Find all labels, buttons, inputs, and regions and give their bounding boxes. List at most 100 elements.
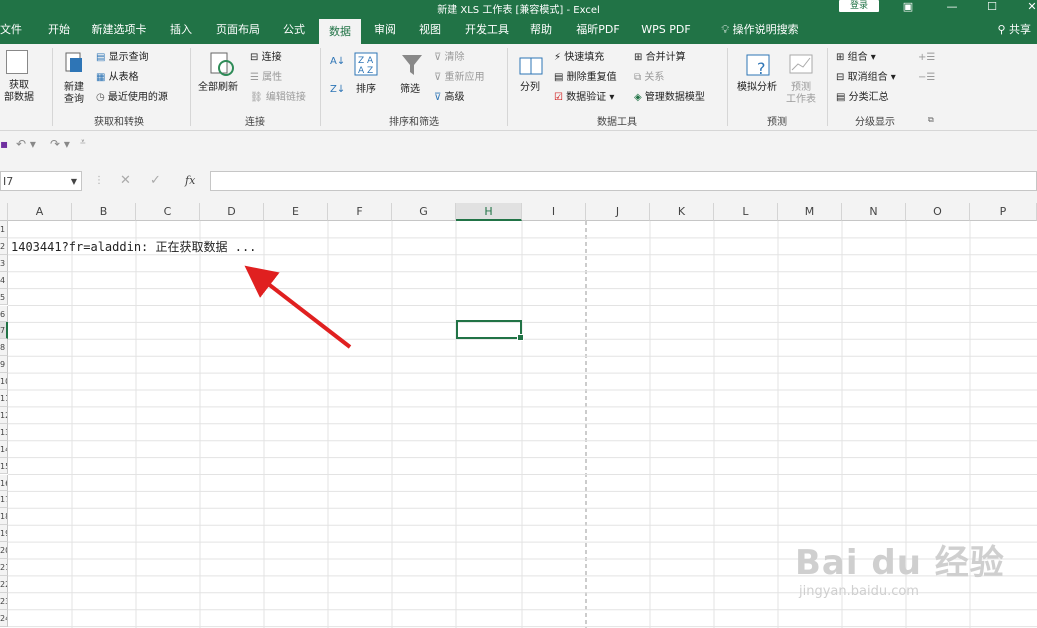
ribbon-display-icon[interactable]: ▣ xyxy=(896,0,920,14)
row-header[interactable]: 18 xyxy=(0,508,8,526)
column-header-i[interactable]: I xyxy=(522,203,586,221)
edit-links-button[interactable]: ⛓ 编辑链接 xyxy=(250,92,306,104)
maximize-icon[interactable]: ☐ xyxy=(980,0,1004,14)
column-header-k[interactable]: K xyxy=(650,203,714,221)
clear-button[interactable]: ⊽ 清除 xyxy=(434,52,465,64)
tab-help[interactable]: 帮助 xyxy=(527,16,555,44)
new-query-button[interactable]: 新建 查询 xyxy=(60,82,88,106)
text-to-columns-button[interactable]: 分列 xyxy=(520,82,540,94)
group-button[interactable]: ⊞ 组合 ▾ xyxy=(836,52,876,64)
tab-view[interactable]: 视图 xyxy=(416,16,444,44)
reapply-button[interactable]: ⊽ 重新应用 xyxy=(434,72,485,84)
cell-a2-text[interactable]: 1403441?fr=aladdin: 正在获取数据 ... xyxy=(11,238,256,255)
tell-me-search[interactable]: 💡︎ 操作说明搜索 xyxy=(710,16,810,44)
relationships-button[interactable]: ⧉ 关系 xyxy=(634,72,664,84)
tab-wps-pdf[interactable]: WPS PDF xyxy=(639,16,693,44)
column-header-m[interactable]: M xyxy=(778,203,842,221)
column-header-l[interactable]: L xyxy=(714,203,778,221)
row-header[interactable]: 22 xyxy=(0,575,8,593)
insert-function-button[interactable]: fx xyxy=(185,174,195,187)
row-header[interactable]: 6 xyxy=(0,305,8,323)
row-header[interactable]: 21 xyxy=(0,559,8,576)
from-table-button[interactable]: ▦ 从表格 xyxy=(96,72,139,84)
tab-formulas[interactable]: 公式 xyxy=(279,16,309,44)
subtotal-button[interactable]: ▤ 分类汇总 xyxy=(836,92,889,104)
tab-foxit-pdf[interactable]: 福昕PDF xyxy=(573,16,623,44)
connections-button[interactable]: ⊟ 连接 xyxy=(250,52,282,64)
column-header-c[interactable]: C xyxy=(136,203,200,221)
enter-icon[interactable]: ✓ xyxy=(150,173,161,188)
row-header[interactable]: 8 xyxy=(0,339,8,357)
ungroup-button[interactable]: ⊟ 取消组合 ▾ xyxy=(836,72,896,84)
column-header-b[interactable]: B xyxy=(72,203,136,221)
row-header[interactable]: 2 xyxy=(0,237,8,255)
show-query-button[interactable]: ▤ 显示查询 xyxy=(96,52,149,64)
row-header[interactable]: 3 xyxy=(0,254,8,272)
sort-asc-icon[interactable]: A↓ xyxy=(330,56,345,68)
save-icon[interactable]: ▪ xyxy=(0,137,8,151)
column-header-e[interactable]: E xyxy=(264,203,328,221)
row-header[interactable]: 15 xyxy=(0,457,8,475)
flash-fill-button[interactable]: ⚡︎ 快速填充 xyxy=(554,52,604,64)
what-if-button[interactable]: 模拟分析 xyxy=(737,82,777,94)
tab-review[interactable]: 审阅 xyxy=(371,16,399,44)
column-header-d[interactable]: D xyxy=(200,203,264,221)
customize-qat-icon[interactable]: ⩡ xyxy=(80,137,86,148)
row-header[interactable]: 17 xyxy=(0,491,8,509)
consolidate-button[interactable]: ⊞ 合并计算 xyxy=(634,52,686,64)
row-header[interactable]: 1 xyxy=(0,221,8,238)
row-header[interactable]: 14 xyxy=(0,440,8,458)
row-header[interactable]: 10 xyxy=(0,373,8,390)
tab-new-tab[interactable]: 新建选项卡 xyxy=(88,16,150,44)
name-box[interactable]: I7 ▼ xyxy=(0,171,82,191)
tab-data[interactable]: 数据 xyxy=(319,19,361,44)
row-header[interactable]: 12 xyxy=(0,406,8,424)
column-header-n[interactable]: N xyxy=(842,203,906,221)
show-detail-icon[interactable]: +☰ xyxy=(918,52,935,64)
row-header[interactable]: 13 xyxy=(0,423,8,441)
get-data-button[interactable]: 获取 部数据 xyxy=(0,80,38,104)
column-header-p[interactable]: P xyxy=(970,203,1037,221)
row-header[interactable]: 9 xyxy=(0,356,8,374)
hide-detail-icon[interactable]: −☰ xyxy=(918,72,935,84)
select-all-corner[interactable] xyxy=(0,203,8,221)
sort-desc-icon[interactable]: Z↓ xyxy=(330,84,345,96)
chevron-down-icon[interactable]: ▼ xyxy=(71,172,77,192)
dialog-launcher-icon[interactable]: ⧉ xyxy=(928,114,934,126)
row-header[interactable]: 5 xyxy=(0,288,8,306)
share-button[interactable]: ⚲ 共享 xyxy=(997,16,1031,44)
advanced-button[interactable]: ⊽ 高级 xyxy=(434,92,465,104)
tab-home[interactable]: 开始 xyxy=(44,16,74,44)
properties-button[interactable]: ☰ 属性 xyxy=(250,72,282,84)
sort-button[interactable]: 排序 xyxy=(356,84,376,96)
active-cell[interactable] xyxy=(456,320,524,341)
tab-insert[interactable]: 插入 xyxy=(167,16,195,44)
undo-icon[interactable]: ↶ ▾ xyxy=(16,137,36,151)
recent-sources-button[interactable]: ◷ 最近使用的源 xyxy=(96,92,168,104)
column-header-a[interactable]: A xyxy=(8,203,72,221)
redo-icon[interactable]: ↷ ▾ xyxy=(50,137,70,151)
column-header-g[interactable]: G xyxy=(392,203,456,221)
close-icon[interactable]: ✕ xyxy=(1020,0,1037,14)
column-header-f[interactable]: F xyxy=(328,203,392,221)
row-header[interactable]: 11 xyxy=(0,390,8,407)
remove-duplicates-button[interactable]: ▤ 删除重复值 xyxy=(554,72,617,84)
row-header[interactable]: 7 xyxy=(0,322,8,340)
cancel-icon[interactable]: ✕ xyxy=(120,173,131,188)
tab-page-layout[interactable]: 页面布局 xyxy=(212,16,264,44)
tab-file[interactable]: 文件 xyxy=(0,16,22,44)
row-header[interactable]: 24 xyxy=(0,609,8,627)
row-header[interactable]: 23 xyxy=(0,592,8,610)
minimize-icon[interactable]: — xyxy=(940,0,964,14)
row-header[interactable]: 4 xyxy=(0,271,8,289)
tab-developer[interactable]: 开发工具 xyxy=(462,16,512,44)
login-button[interactable]: 登录 xyxy=(839,0,879,12)
forecast-sheet-button[interactable]: 预测 工作表 xyxy=(784,82,818,106)
filter-button[interactable]: 筛选 xyxy=(400,84,420,96)
column-header-h[interactable]: H xyxy=(456,203,522,221)
row-header[interactable]: 19 xyxy=(0,525,8,543)
row-header[interactable]: 16 xyxy=(0,474,8,492)
column-header-o[interactable]: O xyxy=(906,203,970,221)
column-header-j[interactable]: J xyxy=(586,203,650,221)
refresh-all-button[interactable]: 全部刷新 xyxy=(198,82,238,94)
